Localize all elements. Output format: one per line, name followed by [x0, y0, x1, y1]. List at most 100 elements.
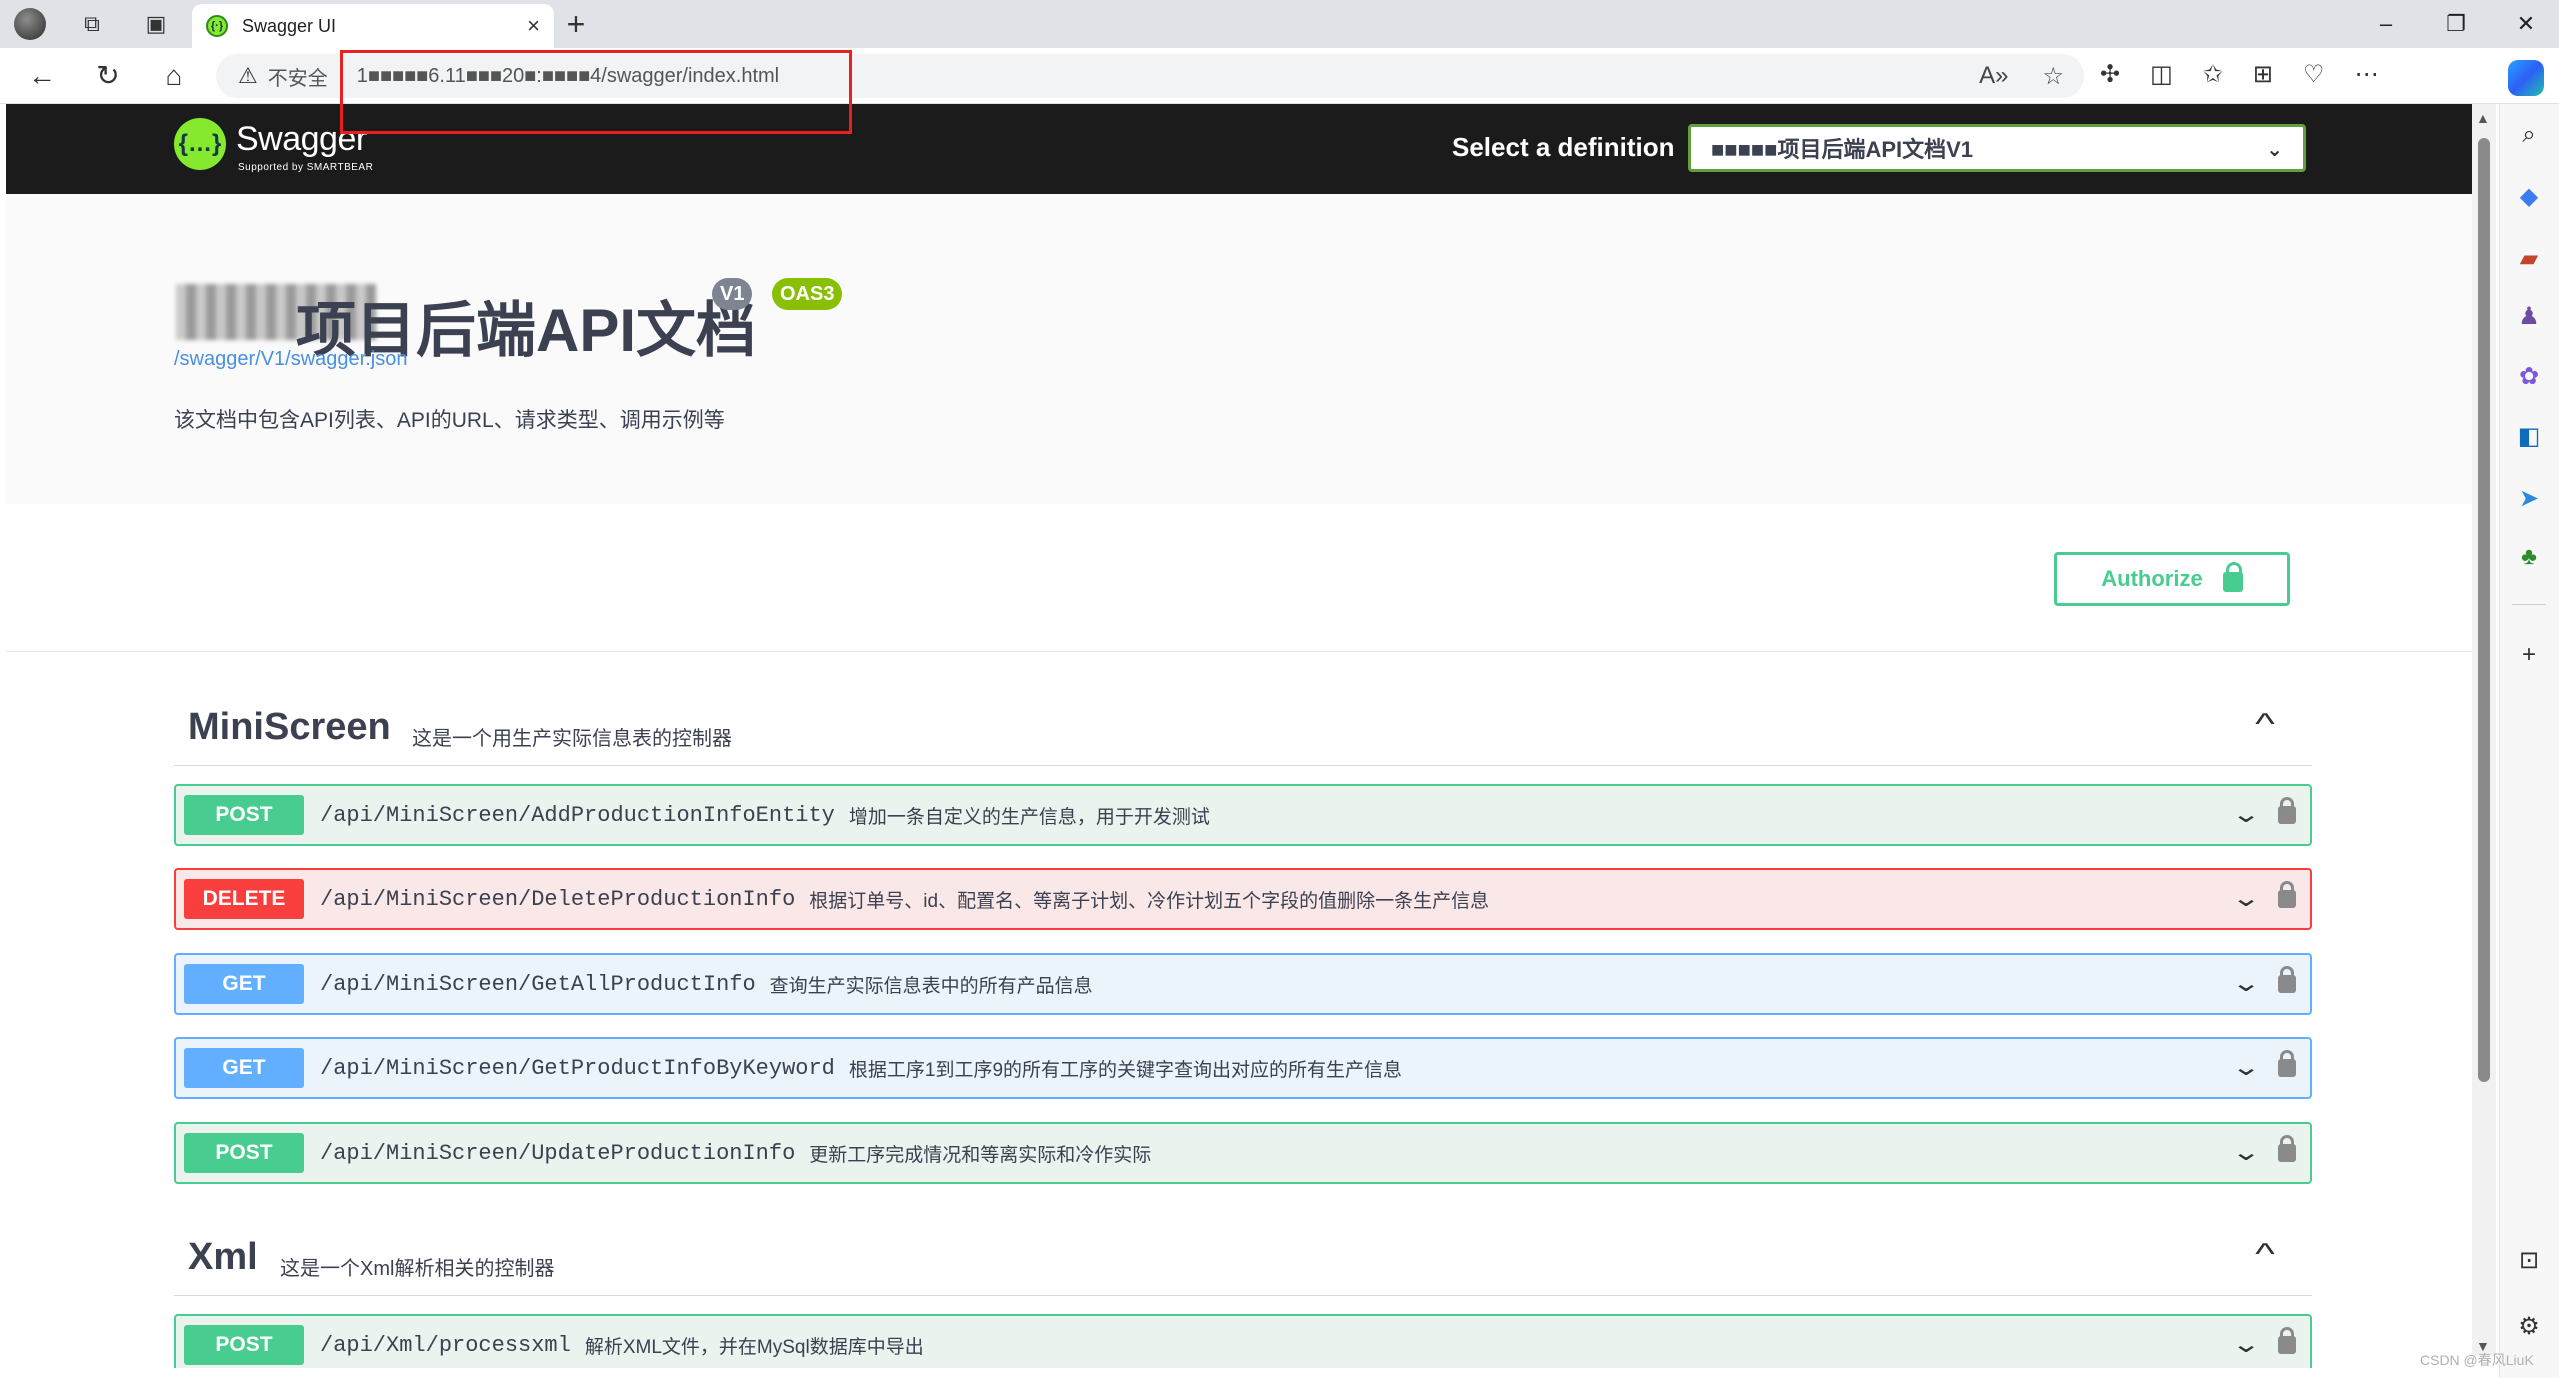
add-sidebar-app-icon[interactable]: + [2512, 638, 2546, 672]
operation-row[interactable]: GET /api/MiniScreen/GetProductInfoByKeyw… [174, 1037, 2312, 1099]
browser-essentials-icon[interactable]: ♡ [2303, 60, 2325, 89]
chevron-up-icon[interactable]: ^ [2255, 1238, 2275, 1272]
unlocked-lock-icon [2222, 562, 2243, 592]
favorites-list-icon[interactable]: ✩ [2203, 60, 2223, 89]
chevron-up-icon[interactable]: ^ [2255, 708, 2275, 742]
lock-icon[interactable] [2278, 881, 2296, 908]
method-badge: POST [184, 1325, 304, 1365]
operation-row[interactable]: POST /api/Xml/processxml 解析XML文件，并在MySql… [174, 1314, 2312, 1368]
tab-title: Swagger UI [242, 15, 337, 36]
more-menu-icon[interactable]: ⋯ [2355, 60, 2379, 89]
workspaces-icon[interactable]: ⧉ [76, 8, 108, 40]
chevron-down-icon[interactable]: ⌄ [2231, 1138, 2261, 1167]
copilot-icon[interactable] [2508, 60, 2544, 96]
new-tab-button[interactable]: + [556, 6, 596, 43]
method-badge: GET [184, 1048, 304, 1088]
section-description: 这是一个Xml解析相关的控制器 [280, 1258, 555, 1280]
url-highlight-box [340, 50, 852, 134]
method-badge: GET [184, 964, 304, 1004]
chevron-down-icon: ⌄ [2266, 139, 2283, 161]
chevron-down-icon[interactable]: ⌄ [2231, 884, 2261, 913]
insecure-label[interactable]: 不安全 [268, 62, 328, 91]
authorize-button[interactable]: Authorize [2054, 552, 2290, 606]
back-arrow-icon[interactable]: ← [22, 58, 62, 94]
watermark: CSDN @春风LiuK [2420, 1352, 2534, 1368]
split-screen-icon[interactable]: ◫ [2150, 60, 2173, 89]
operation-path: /api/MiniScreen/DeleteProductionInfo [320, 886, 796, 912]
section-description: 这是一个用生产实际信息表的控制器 [412, 728, 732, 750]
warning-triangle-icon: ⚠ [238, 63, 258, 88]
collections-icon[interactable]: ⊞ [2253, 60, 2273, 89]
api-description: 该文档中包含API列表、API的URL、请求类型、调用示例等 [174, 409, 725, 432]
tools-briefcase-icon[interactable]: ▰ [2512, 242, 2546, 276]
lock-icon[interactable] [2278, 1050, 2296, 1077]
chevron-down-icon[interactable]: ⌄ [2231, 969, 2261, 998]
method-badge: DELETE [184, 879, 304, 919]
restore-button[interactable]: ❐ [2436, 6, 2476, 42]
games-icon[interactable]: ♟ [2512, 300, 2546, 334]
swagger-json-link[interactable]: /swagger/V1/swagger.json [174, 348, 407, 371]
browser-tab-bar: ⧉ ▣ {·} Swagger UI × + – ❐ ✕ [0, 0, 2559, 48]
scroll-up-arrow-icon[interactable]: ▲ [2476, 110, 2490, 126]
favorite-star-icon[interactable]: ☆ [2042, 62, 2064, 91]
screenshot-icon[interactable]: ⊡ [2512, 1244, 2546, 1278]
lock-icon[interactable] [2278, 1135, 2296, 1162]
section-name: MiniScreen [188, 706, 391, 748]
operation-summary: 更新工序完成情况和等离实际和冷作实际 [809, 1144, 1152, 1166]
read-aloud-icon[interactable]: A» [1979, 62, 2008, 91]
operation-summary: 解析XML文件，并在MySql数据库中导出 [584, 1336, 924, 1358]
operation-row[interactable]: POST /api/MiniScreen/AddProductionInfoEn… [174, 784, 2312, 846]
authorize-label: Authorize [2101, 566, 2203, 591]
chevron-down-icon[interactable]: ⌄ [2231, 1330, 2261, 1359]
sidebar-divider [2512, 604, 2546, 605]
close-tab-icon[interactable]: × [527, 13, 540, 39]
method-badge: POST [184, 1133, 304, 1173]
home-icon[interactable]: ⌂ [154, 58, 194, 94]
microsoft-365-icon[interactable]: ✿ [2512, 360, 2546, 394]
page-scrollbar-thumb[interactable] [2478, 138, 2490, 1082]
omnibox-actions: A» ☆ [1979, 62, 2064, 91]
lock-icon[interactable] [2278, 797, 2296, 824]
oas-badge: OAS3 [772, 278, 843, 310]
chevron-down-icon[interactable]: ⌄ [2231, 800, 2261, 829]
definition-select[interactable]: ■■■■■项目后端API文档V1 ⌄ [1688, 124, 2306, 172]
tab-actions-icon[interactable]: ▣ [140, 8, 172, 40]
swagger-logo-subtext: Supported by SMARTBEAR [238, 162, 374, 173]
outlook-icon[interactable]: ◧ [2512, 420, 2546, 454]
lock-icon[interactable] [2278, 1327, 2296, 1354]
section-miniscreen-header[interactable]: MiniScreen 这是一个用生产实际信息表的控制器 ^ [174, 686, 2312, 766]
operation-summary: 根据工序1到工序9的所有工序的关键字查询出对应的所有生产信息 [848, 1059, 1403, 1081]
edge-sidebar: ⌕ ◆ ▰ ♟ ✿ ◧ ➤ ♣ + ⊡ ⚙ [2499, 104, 2559, 1378]
settings-gear-icon[interactable]: ⚙ [2512, 1310, 2546, 1344]
operation-row[interactable]: GET /api/MiniScreen/GetAllProductInfo 查询… [174, 953, 2312, 1015]
send-paper-plane-icon[interactable]: ➤ [2512, 482, 2546, 516]
operation-path: /api/MiniScreen/UpdateProductionInfo [320, 1140, 796, 1166]
close-window-button[interactable]: ✕ [2506, 6, 2546, 42]
select-definition-label: Select a definition [1452, 132, 1675, 162]
lock-icon[interactable] [2278, 966, 2296, 993]
operation-path: /api/MiniScreen/GetProductInfoByKeyword [320, 1055, 835, 1081]
swagger-favicon-icon: {·} [206, 15, 228, 37]
chevron-down-icon[interactable]: ⌄ [2231, 1053, 2261, 1082]
shopping-tag-icon[interactable]: ◆ [2512, 180, 2546, 214]
swagger-logo-icon[interactable]: {…} [174, 118, 226, 170]
operation-row[interactable]: DELETE /api/MiniScreen/DeleteProductionI… [174, 868, 2312, 930]
operation-path: /api/Xml/processxml [320, 1332, 571, 1358]
definition-select-value: ■■■■■项目后端API文档V1 [1711, 137, 1974, 162]
operation-summary: 增加一条自定义的生产信息，用于开发测试 [848, 806, 1210, 828]
tree-icon[interactable]: ♣ [2512, 540, 2546, 574]
version-badge: V1 [712, 278, 753, 310]
operation-row[interactable]: POST /api/MiniScreen/UpdateProductionInf… [174, 1122, 2312, 1184]
profile-avatar[interactable] [14, 8, 46, 40]
operation-path: /api/MiniScreen/GetAllProductInfo [320, 971, 756, 997]
extensions-puzzle-icon[interactable]: ✣ [2100, 60, 2120, 89]
swagger-page: {…} Swagger Supported by SMARTBEAR Selec… [6, 104, 2472, 1368]
refresh-icon[interactable]: ↻ [88, 58, 128, 94]
method-badge: POST [184, 795, 304, 835]
operation-path: /api/MiniScreen/AddProductionInfoEntity [320, 802, 835, 828]
browser-tab-swagger[interactable]: {·} Swagger UI × [192, 4, 554, 48]
search-icon[interactable]: ⌕ [2512, 118, 2546, 152]
section-xml-header[interactable]: Xml 这是一个Xml解析相关的控制器 ^ [174, 1216, 2312, 1296]
section-name: Xml [188, 1236, 258, 1278]
minimize-button[interactable]: – [2366, 6, 2406, 42]
